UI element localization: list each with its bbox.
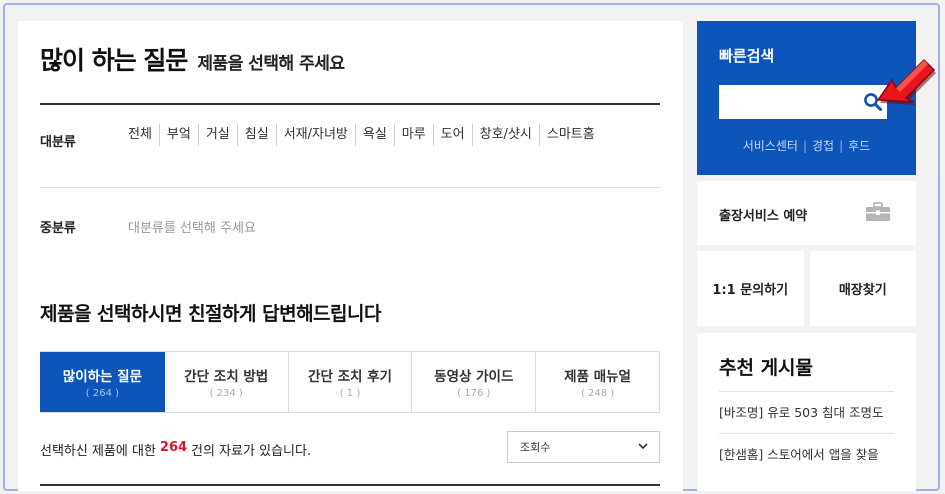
inquiry-button[interactable]: 1:1 문의하기	[697, 251, 804, 326]
tab-count: ( 1 )	[339, 388, 361, 399]
list-top-divider	[40, 484, 660, 486]
chevron-down-icon	[637, 440, 649, 455]
link-separator: |	[839, 139, 844, 153]
page-title: 많이 하는 질문 제품을 선택해 주세요	[40, 41, 345, 77]
category-bedroom[interactable]: 침실	[236, 124, 276, 146]
subcategory-placeholder: 대분류를 선택해 주세요	[128, 221, 256, 236]
category-living[interactable]: 거실	[197, 124, 237, 146]
recommended-title: 추천 게시물	[719, 357, 814, 379]
tab-label: 제품 매뉴얼	[564, 369, 631, 385]
red-arrow-icon	[876, 58, 936, 105]
category-list: 전체 부엌 거실 침실 서재/자녀방 욕실 마루 도어 창호/샷시 스마트홈	[128, 124, 608, 146]
link-separator: |	[802, 139, 807, 153]
category-floor[interactable]: 마루	[393, 124, 433, 146]
quick-links: 서비스센터 | 경첩 | 후드	[697, 137, 916, 154]
tab-quick-fix[interactable]: 간단 조치 방법 ( 234 )	[164, 352, 289, 412]
tab-faq[interactable]: 많이하는 질문 ( 264 )	[40, 352, 165, 412]
category-bathroom[interactable]: 욕실	[354, 124, 394, 146]
tab-video-guide[interactable]: 동영상 가이드 ( 176 )	[412, 352, 537, 412]
store-finder-button[interactable]: 매장찾기	[803, 251, 917, 326]
tab-label: 간단 조치 방법	[184, 369, 269, 385]
tab-manual[interactable]: 제품 매뉴얼 ( 248 )	[536, 352, 660, 412]
category-window[interactable]: 창호/샷시	[471, 124, 539, 146]
tab-count: ( 176 )	[457, 388, 491, 399]
quick-search-title: 빠른검색	[719, 47, 775, 65]
tab-label: 많이하는 질문	[62, 369, 143, 385]
tab-count: ( 264 )	[85, 388, 120, 399]
quick-link-hinge[interactable]: 경첩	[812, 139, 834, 153]
quick-search-input[interactable]	[719, 85, 887, 119]
quick-link-service-center[interactable]: 서비스센터	[743, 139, 798, 153]
support-links-row: 1:1 문의하기 매장찾기	[697, 251, 916, 326]
result-count: 264	[159, 440, 188, 455]
category-study[interactable]: 서재/자녀방	[275, 124, 355, 146]
tab-count: ( 248 )	[580, 388, 615, 399]
list-item[interactable]: [한샘홈] 스토어에서 앱을 찾을	[719, 433, 894, 475]
category-smarthome[interactable]: 스마트홈	[538, 124, 602, 146]
faq-main-panel: 많이 하는 질문 제품을 선택해 주세요 대분류 전체 부엌 거실 침실 서재/…	[18, 21, 683, 491]
category-divider	[40, 187, 660, 188]
page-title-main: 많이 하는 질문	[40, 46, 188, 75]
sort-select[interactable]: 조회수	[507, 431, 660, 463]
category-kitchen[interactable]: 부엌	[158, 124, 198, 146]
tab-count: ( 234 )	[209, 388, 243, 399]
category-all[interactable]: 전체	[128, 124, 159, 146]
briefcase-icon	[865, 202, 891, 222]
recommended-posts: 추천 게시물 [바조명] 유로 503 침대 조명도 [한샘홈] 스토어에서 앱…	[697, 333, 916, 491]
sort-selected-value: 조회수	[520, 441, 551, 454]
service-booking-box[interactable]: 출장서비스 예약	[697, 181, 916, 245]
recommended-list: [바조명] 유로 503 침대 조명도 [한샘홈] 스토어에서 앱을 찾을	[719, 391, 894, 475]
page-title-sub: 제품을 선택해 주세요	[197, 54, 345, 74]
result-summary: 선택하신 제품에 대한 264 건의 자료가 있습니다.	[40, 440, 311, 459]
section-subtitle: 제품을 선택하시면 친절하게 답변해드립니다	[40, 303, 381, 325]
service-booking-label: 출장서비스 예약	[719, 209, 808, 224]
category-door[interactable]: 도어	[432, 124, 472, 146]
result-suffix: 건의 자료가 있습니다.	[191, 444, 312, 459]
title-divider	[40, 103, 660, 105]
tab-label: 간단 조치 후기	[308, 369, 392, 385]
tab-quick-fix-review[interactable]: 간단 조치 후기 ( 1 )	[288, 352, 413, 412]
subcategory-label: 중분류	[40, 221, 76, 236]
tab-label: 동영상 가이드	[434, 369, 514, 385]
list-item[interactable]: [바조명] 유로 503 침대 조명도	[719, 391, 894, 433]
faq-tabs: 많이하는 질문 ( 264 ) 간단 조치 방법 ( 234 ) 간단 조치 후…	[40, 351, 660, 413]
quick-link-hood[interactable]: 후드	[848, 139, 870, 153]
result-prefix: 선택하신 제품에 대한	[40, 444, 156, 459]
category-label: 대분류	[40, 135, 76, 150]
